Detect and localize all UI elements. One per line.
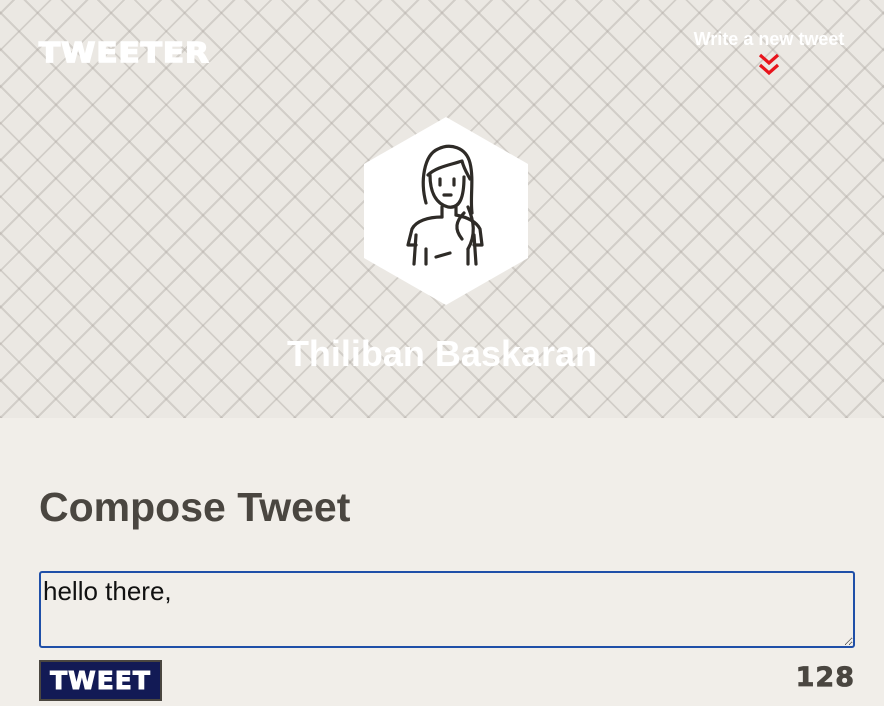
write-new-tweet-label: Write a new tweet: [693, 29, 845, 49]
character-counter: 128: [795, 662, 855, 694]
user-name: Thiliban Baskaran: [286, 333, 598, 374]
compose-section: Compose Tweet hello there, TWEET 128: [39, 480, 855, 701]
compose-title: Compose Tweet: [39, 484, 351, 530]
tweet-input[interactable]: hello there,: [39, 571, 855, 648]
app-logo: TWEETER: [38, 36, 210, 70]
write-new-tweet-link[interactable]: Write a new tweet: [684, 28, 854, 83]
profile-header: TWEETER Write a new tweet Thiliban Baska…: [0, 0, 884, 418]
avatar-hexagon: [364, 117, 528, 305]
avatar: [364, 117, 528, 305]
double-chevron-down-icon[interactable]: [756, 52, 782, 78]
tweet-button[interactable]: TWEET: [39, 660, 162, 701]
